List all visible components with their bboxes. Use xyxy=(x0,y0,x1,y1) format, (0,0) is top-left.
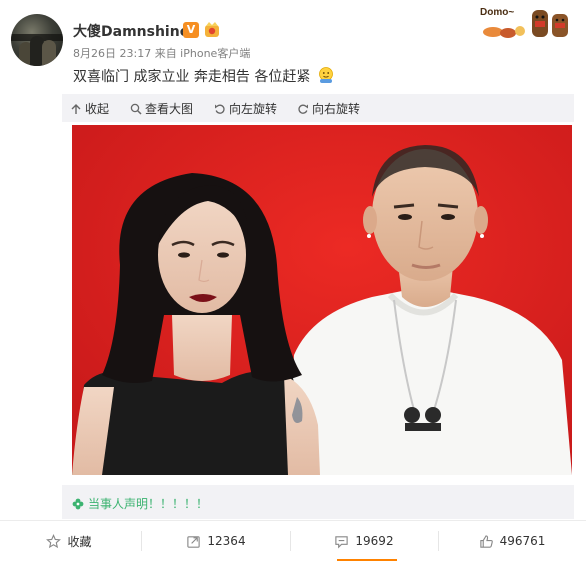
rotate-left-button[interactable]: 向左旋转 xyxy=(214,100,277,117)
rotate-right-button[interactable]: 向右旋转 xyxy=(297,100,360,117)
rotate-right-icon xyxy=(298,104,308,114)
image-toolbar: 收起 查看大图 向左旋转 向右旋转 xyxy=(62,94,574,122)
repost-count: 12364 xyxy=(207,534,246,548)
star-icon xyxy=(46,533,62,548)
comment-icon xyxy=(335,535,349,548)
rotate-left-label: 向左旋转 xyxy=(229,102,278,116)
repost-icon xyxy=(187,535,201,548)
comment-count: 19692 xyxy=(355,534,394,548)
statement-bar: 当事人声明！！！！！ xyxy=(62,485,574,519)
like-button[interactable]: 496761 xyxy=(438,521,586,561)
sticker-text: Domo~ xyxy=(480,7,514,18)
statement-text: 当事人声明！！！！！ xyxy=(88,497,209,511)
collapse-button[interactable]: 收起 xyxy=(70,100,109,117)
view-large-button[interactable]: 查看大图 xyxy=(130,100,193,117)
zoom-icon xyxy=(130,103,142,115)
favorite-button[interactable]: 收藏 xyxy=(0,521,138,561)
collapse-icon xyxy=(71,103,81,114)
action-bar: 收藏 12364 19692 496761 xyxy=(0,520,586,561)
domo-sticker-image: Domo~ xyxy=(480,7,568,38)
like-count: 496761 xyxy=(499,534,546,548)
username[interactable]: 大傻Damnshine xyxy=(73,21,189,41)
comment-button[interactable]: 19692 xyxy=(290,521,438,561)
favorite-label: 收藏 xyxy=(67,534,92,549)
repost-button[interactable]: 12364 xyxy=(142,521,290,561)
verified-badge: V xyxy=(183,22,199,38)
weibo-post: 大傻Damnshine V 8月26日 23:17 来自 iPhone客户端 双… xyxy=(0,0,586,561)
statement[interactable]: 当事人声明！！！！！ xyxy=(72,495,208,512)
emoji-icon xyxy=(318,67,333,83)
post-meta: 8月26日 23:17 来自 iPhone客户端 xyxy=(73,47,251,60)
avatar[interactable] xyxy=(11,14,63,66)
rotate-left-icon xyxy=(215,104,225,114)
post-text-content: 双喜临门 成家立业 奔走相告 各位赶紧 xyxy=(73,69,311,85)
collapse-label: 收起 xyxy=(85,102,110,116)
rotate-right-label: 向右旋转 xyxy=(312,102,361,116)
post-text: 双喜临门 成家立业 奔走相告 各位赶紧 xyxy=(73,66,335,86)
post-photo[interactable] xyxy=(72,125,572,475)
like-icon xyxy=(479,534,493,548)
clover-icon xyxy=(72,498,84,509)
view-large-label: 查看大图 xyxy=(145,102,194,116)
crown-icon[interactable] xyxy=(204,21,220,38)
